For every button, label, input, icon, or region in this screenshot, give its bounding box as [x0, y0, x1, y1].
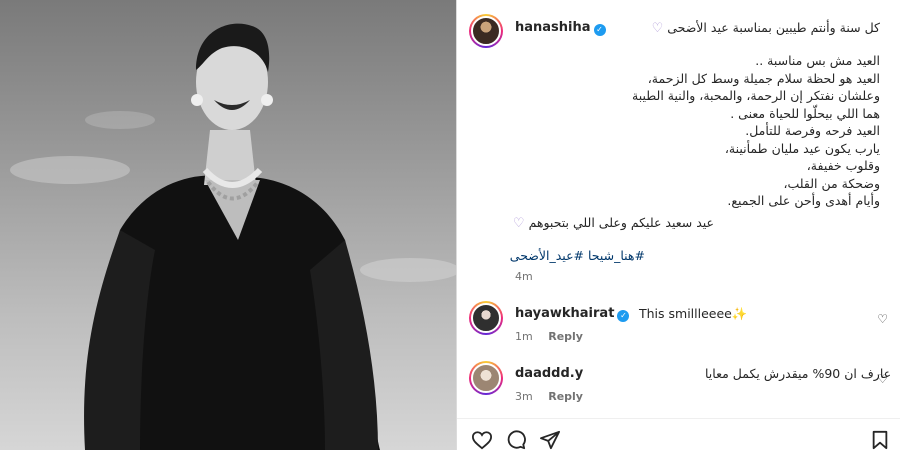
comment-time[interactable]: 3m — [515, 390, 533, 403]
comment-time[interactable]: 1m — [515, 330, 533, 343]
comment-like-icon[interactable]: ♡ — [877, 372, 888, 386]
post-author[interactable]: hanashiha ✓ — [515, 20, 606, 36]
caption-head-text: كل سنة وأنتم طيبين بمناسبة عيد الأضحى — [667, 20, 880, 35]
caption-head: كل سنة وأنتم طيبين بمناسبة عيد الأضحى ♡ — [652, 19, 880, 38]
save-bookmark-icon[interactable] — [871, 430, 889, 450]
post-photo[interactable] — [0, 0, 456, 450]
verified-icon: ✓ — [593, 24, 606, 36]
comment-meta: 1m Reply — [515, 330, 583, 343]
author-avatar[interactable] — [469, 14, 503, 48]
caption-line: العيد مش بس مناسبة .. — [755, 53, 880, 68]
comment-author[interactable]: hayawkhairat ✓ — [515, 306, 630, 322]
caption-line: هما اللي بيحلّوا للحياة معنى . — [730, 105, 880, 121]
post-author-name[interactable]: hanashiha — [515, 20, 591, 35]
caption-line: العيد فرحه وفرصة للتأمل. — [745, 123, 880, 138]
purple-heart-icon: ♡ — [651, 21, 664, 36]
caption-closing-text: عيد سعيد عليكم وعلى اللي بتحبوهم — [528, 215, 714, 230]
post-detail-panel: hanashiha ✓ كل سنة وأنتم طيبين بمناسبة عي… — [457, 0, 900, 450]
comment-meta: 3m Reply — [515, 390, 583, 403]
caption-closing: عيد سعيد عليكم وعلى اللي بتحبوهم ♡ — [513, 215, 714, 231]
reply-button[interactable]: Reply — [548, 390, 583, 403]
like-icon[interactable] — [471, 430, 493, 450]
post-hashtags[interactable]: #هنا_شيحا #عيد_الأضحى — [510, 248, 645, 263]
share-icon[interactable] — [539, 430, 561, 450]
caption-body: العيد مش بس مناسبة .. العيد هو لحظة سلام… — [520, 52, 880, 210]
photo-illustration — [10, 23, 456, 450]
commenter-avatar[interactable] — [469, 301, 503, 335]
caption-line: وقلوب خفيفة، — [806, 158, 880, 173]
commenter-avatar[interactable] — [469, 361, 503, 395]
comment-text: This smillleeee✨ — [639, 306, 748, 321]
verified-icon: ✓ — [617, 310, 630, 322]
action-bar — [471, 428, 891, 450]
comment-author-name[interactable]: daaddd.y — [515, 366, 583, 381]
caption-line: وأيام أهدى وأحن على الجميع. — [727, 193, 880, 208]
action-divider — [457, 418, 900, 419]
caption-line: وضحكة من القلب، — [783, 175, 880, 191]
comment-like-icon[interactable]: ♡ — [877, 312, 888, 326]
caption-line: العيد هو لحظة سلام جميلة وسط كل الزحمة، — [647, 70, 880, 86]
comment-icon[interactable] — [505, 430, 527, 450]
post-time[interactable]: 4m — [515, 270, 533, 283]
comment-author[interactable]: daaddd.y — [515, 366, 583, 381]
comment-text: عارف ان 90% ميقدرش يكمل معايا — [705, 366, 892, 381]
reply-button[interactable]: Reply — [548, 330, 583, 343]
comment-author-name[interactable]: hayawkhairat — [515, 306, 614, 321]
caption-line: يارب يكون عيد مليان طمأنينة، — [724, 140, 880, 156]
caption-line: وعلشان نفتكر إن الرحمة، والمحبة، والنية … — [632, 88, 880, 103]
purple-heart-icon: ♡ — [512, 216, 525, 231]
